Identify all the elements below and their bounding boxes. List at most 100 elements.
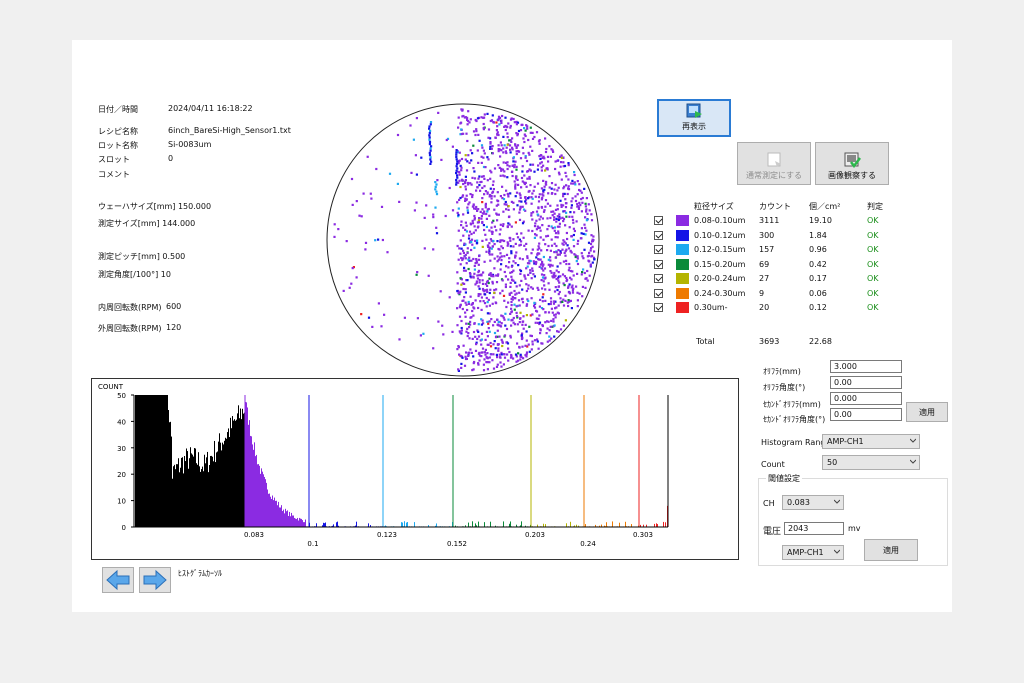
histogram-bar xyxy=(401,522,402,527)
image-observe-button[interactable]: 画像観察する xyxy=(815,142,889,185)
particle-dot xyxy=(510,297,513,300)
particle-dot xyxy=(482,149,485,152)
measure-pitch: 測定ピッチ[mm] 0.500 xyxy=(98,252,186,261)
apply-threshold-button[interactable]: 適用 xyxy=(864,539,918,561)
particle-dot xyxy=(542,194,545,197)
histogram-bar xyxy=(172,478,173,527)
particle-dot xyxy=(485,281,489,284)
particle-dot xyxy=(538,193,541,196)
particle-dot xyxy=(510,170,514,173)
particle-dot xyxy=(462,182,465,186)
particle-dot xyxy=(479,210,482,213)
particle-dot xyxy=(510,307,513,310)
particle-dot xyxy=(467,154,470,157)
particle-dot xyxy=(471,176,474,179)
count-select[interactable]: 50 xyxy=(822,455,920,470)
particle-dot xyxy=(546,155,550,158)
particle-dot xyxy=(364,248,367,251)
histogram-bar xyxy=(404,521,405,527)
redisplay-button[interactable]: 再表示 xyxy=(657,99,731,137)
particle-dot xyxy=(475,189,478,192)
legend-checkbox[interactable] xyxy=(654,274,663,283)
particle-dot xyxy=(562,324,565,327)
particle-dot xyxy=(490,197,493,200)
particle-dot xyxy=(477,330,480,333)
particle-dot xyxy=(533,170,536,173)
legend-checkbox[interactable] xyxy=(654,245,663,254)
histogram-bar xyxy=(184,456,185,527)
histogram-bar xyxy=(337,521,338,527)
particle-dot xyxy=(511,137,514,140)
app-window: 日付／時間 2024/04/11 16:18:22 レシピ名称 6inch_Ba… xyxy=(72,40,952,612)
particle-dot xyxy=(468,326,471,329)
particle-dot xyxy=(536,213,539,216)
particle-dot xyxy=(547,192,550,195)
particle-dot xyxy=(551,264,554,267)
apply-orifura-button[interactable]: 適用 xyxy=(906,402,948,422)
particle-dot xyxy=(585,210,588,213)
particle-dot xyxy=(473,217,476,220)
particle-dot xyxy=(475,205,478,209)
orifura-input[interactable]: 3.000 xyxy=(830,360,902,373)
particle-dot xyxy=(466,209,469,212)
particle-dot xyxy=(524,248,528,251)
particle-dot xyxy=(497,213,500,216)
legend-density: 0.06 xyxy=(809,288,827,298)
histogram-bar xyxy=(166,395,167,527)
particle-dot xyxy=(553,324,556,327)
particle-dot xyxy=(462,344,465,347)
particle-dot xyxy=(549,256,552,259)
particle-dot xyxy=(536,340,539,343)
particle-dot xyxy=(537,200,541,203)
legend-checkbox[interactable] xyxy=(654,303,663,312)
legend-judge: OK xyxy=(867,216,879,225)
hist-cursor-right-button[interactable] xyxy=(139,567,171,593)
particle-dot xyxy=(496,343,500,346)
ch-select[interactable]: 0.083 xyxy=(782,495,844,510)
particle-dot xyxy=(472,368,475,371)
amp-select[interactable]: AMP-CH1 xyxy=(782,545,844,560)
particle-dot xyxy=(496,219,499,222)
particle-dot xyxy=(556,159,559,162)
particle-dot xyxy=(487,136,490,139)
particle-dot xyxy=(562,161,565,164)
legend-checkbox[interactable] xyxy=(654,230,663,240)
particle-dot xyxy=(507,301,510,304)
legend-checkbox[interactable] xyxy=(654,259,663,269)
particle-dot xyxy=(504,283,507,286)
particle-dot xyxy=(476,181,479,184)
particle-dot xyxy=(578,292,581,295)
particle-dot xyxy=(463,364,467,367)
chevron-down-icon xyxy=(910,438,916,443)
particle-dot xyxy=(495,288,498,291)
particle-dot xyxy=(525,267,528,270)
particle-dot xyxy=(455,165,458,168)
histogram-bar xyxy=(178,458,179,527)
particle-dot xyxy=(553,216,556,219)
legend-checkbox[interactable] xyxy=(654,288,663,298)
particle-dot xyxy=(495,229,498,232)
orifura-angle-input[interactable]: 0.00 xyxy=(830,376,902,389)
legend-checkbox[interactable] xyxy=(654,216,663,225)
hist-cursor-left-button[interactable] xyxy=(102,567,134,593)
particle-dot xyxy=(542,269,545,272)
particle-dot xyxy=(514,160,517,163)
particle-dot xyxy=(462,269,466,272)
particle-dot xyxy=(531,192,534,195)
particle-dot xyxy=(495,129,498,132)
normal-measure-button[interactable]: 通常測定にする xyxy=(737,142,811,185)
particle-dot xyxy=(500,263,503,266)
voltage-input[interactable]: 2043 xyxy=(784,522,844,535)
particle-dot xyxy=(469,320,472,323)
hist-range-select[interactable]: AMP-CH1 xyxy=(822,434,920,449)
second-orifura-input[interactable]: 0.000 xyxy=(830,392,902,405)
histogram-bar xyxy=(285,508,286,527)
histogram-bar xyxy=(212,456,213,527)
particle-dot xyxy=(549,265,552,268)
second-orifura-angle-input[interactable]: 0.00 xyxy=(830,408,902,421)
particle-dot xyxy=(463,116,466,119)
histogram-bar xyxy=(282,511,283,527)
particle-dot xyxy=(458,353,461,356)
particle-dot xyxy=(591,239,594,243)
observe-icon xyxy=(844,152,861,168)
